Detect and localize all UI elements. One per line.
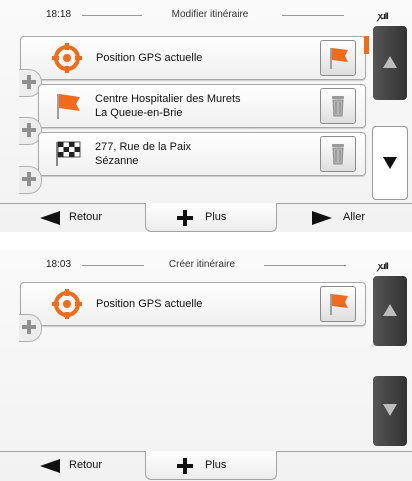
more-button[interactable]: Plus: [145, 203, 277, 232]
gps-target-icon: [52, 43, 82, 73]
delete-destination-button[interactable]: [320, 136, 356, 172]
insert-waypoint-button[interactable]: [19, 166, 42, 194]
back-label: Retour: [69, 459, 103, 471]
arrow-right-icon: [312, 211, 332, 225]
set-destination-button[interactable]: [320, 40, 356, 76]
bottom-bar: Retour Plus: [0, 451, 412, 481]
go-label: Aller: [343, 211, 366, 223]
flag-icon: [330, 294, 348, 315]
status-divider: [82, 15, 142, 16]
plus-icon: [177, 210, 193, 226]
route-point-name: Centre Hospitalier des Murets: [95, 93, 241, 105]
arrow-down-icon: [383, 404, 397, 416]
gps-signal-icon: ꭗ.ıll: [378, 11, 389, 21]
scroll-up-button[interactable]: [373, 26, 407, 100]
create-route-screen: 18:03 Créer itinéraire ꭗ.ıll Position GP…: [0, 250, 412, 481]
route-point-city: La Queue-en-Brie: [95, 107, 183, 119]
status-bar: 18:03 Créer itinéraire ꭗ.ıll: [0, 250, 412, 276]
back-button[interactable]: Retour: [0, 203, 140, 231]
delete-waypoint-button[interactable]: [320, 88, 356, 124]
trash-icon: [332, 96, 344, 117]
status-divider: [82, 265, 144, 266]
clock: 18:03: [46, 259, 72, 270]
route-point-name: Position GPS actuelle: [96, 52, 203, 64]
clock: 18:18: [46, 9, 72, 20]
route-point-name: 277, Rue de la Paix: [95, 141, 192, 153]
more-button[interactable]: Plus: [145, 451, 277, 480]
scroll-down-button[interactable]: [372, 126, 408, 200]
scroll-down-button[interactable]: [373, 376, 407, 446]
route-point-row-start[interactable]: Position GPS actuelle: [20, 282, 366, 326]
checkered-flag-icon: [56, 141, 81, 166]
gps-signal-icon: ꭗ.ıll: [378, 261, 389, 271]
more-label: Plus: [205, 459, 227, 471]
bottom-bar: Retour Plus Aller: [0, 203, 412, 232]
plus-icon: [22, 75, 36, 89]
status-divider: [264, 265, 346, 266]
insert-waypoint-button[interactable]: [19, 314, 42, 342]
selection-marker: [364, 36, 369, 54]
arrow-left-icon: [40, 459, 60, 473]
plus-icon: [177, 458, 193, 474]
route-point-name: Position GPS actuelle: [96, 298, 203, 310]
go-button[interactable]: Aller: [282, 203, 412, 231]
route-point-row-waypoint[interactable]: Centre Hospitalier des Murets La Queue-e…: [38, 84, 366, 128]
screen-title: Créer itinéraire: [168, 259, 236, 270]
arrow-up-icon: [383, 56, 397, 68]
scroll-up-button[interactable]: [373, 276, 407, 346]
set-destination-button[interactable]: [320, 286, 356, 322]
status-bar: 18:18 Modifier itinéraire ꭗ.ıll: [0, 0, 412, 26]
flag-icon: [330, 48, 348, 69]
route-point-row-destination[interactable]: 277, Rue de la Paix Sézanne: [38, 132, 366, 176]
status-divider: [282, 15, 344, 16]
plus-icon: [22, 123, 36, 137]
route-point-city: Sézanne: [95, 155, 139, 167]
screen-title: Modifier itinéraire: [171, 9, 249, 20]
gps-target-icon: [52, 289, 82, 319]
modify-route-screen: 18:18 Modifier itinéraire ꭗ.ıll Position…: [0, 0, 412, 232]
plus-icon: [22, 320, 36, 334]
back-label: Retour: [69, 211, 103, 223]
trash-icon: [332, 144, 344, 165]
arrow-left-icon: [40, 211, 60, 225]
arrow-down-icon: [383, 157, 397, 169]
more-label: Plus: [205, 211, 227, 223]
arrow-up-icon: [383, 304, 397, 316]
plus-icon: [22, 172, 36, 186]
flag-icon: [57, 94, 80, 119]
route-point-row-start[interactable]: Position GPS actuelle: [20, 36, 366, 80]
back-button[interactable]: Retour: [0, 451, 140, 479]
